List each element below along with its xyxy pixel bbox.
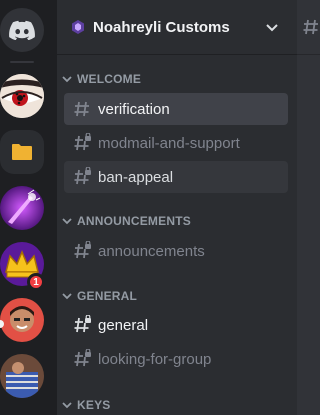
- server-group-art: [0, 354, 44, 398]
- server-icon-person[interactable]: [0, 298, 44, 342]
- chevron-down-icon: [62, 293, 72, 300]
- server-name: Noahreyli Customs: [93, 18, 230, 36]
- discord-logo-icon: [9, 20, 35, 40]
- category-welcome[interactable]: WELCOME: [61, 71, 141, 87]
- server-icon-group[interactable]: [0, 354, 44, 398]
- home-button[interactable]: [0, 8, 44, 52]
- hashtag-lock-icon: [74, 167, 91, 185]
- hashtag-icon: [303, 19, 318, 35]
- rail-separator: [10, 61, 34, 63]
- channel-ban-appeal[interactable]: ban-appeal: [64, 161, 288, 193]
- chevron-down-icon: [62, 76, 72, 83]
- server-person-art: [0, 298, 44, 342]
- chevron-down-icon: [62, 218, 72, 225]
- channel-sidebar: Noahreyli Customs WELCOME verification m…: [57, 0, 297, 415]
- category-general[interactable]: GENERAL: [61, 288, 137, 304]
- hashtag-lock-icon: [74, 133, 91, 151]
- channel-name: looking-for-group: [98, 350, 212, 368]
- channel-name: general: [98, 316, 149, 334]
- channel-name: announcements: [98, 242, 205, 260]
- folder-icon: [12, 144, 32, 160]
- category-keys[interactable]: KEYS: [61, 397, 110, 413]
- channel-looking-for-group[interactable]: looking-for-group: [64, 343, 288, 375]
- channel-verification[interactable]: verification: [64, 93, 288, 125]
- channel-header: [297, 0, 320, 55]
- category-label: KEYS: [77, 398, 111, 412]
- main-content-area: [297, 0, 320, 415]
- chevron-down-icon: [62, 402, 72, 409]
- chevron-down-icon[interactable]: [265, 20, 279, 34]
- server-boost-icon: [72, 20, 84, 34]
- server-icon-eye[interactable]: [0, 74, 44, 118]
- notification-badge: 1: [27, 273, 45, 291]
- channel-general[interactable]: general: [64, 309, 288, 341]
- server-rail: 1: [0, 0, 57, 415]
- channel-name: verification: [98, 100, 170, 118]
- category-announcements[interactable]: ANNOUNCEMENTS: [61, 213, 191, 229]
- channel-name: modmail-and-support: [98, 134, 240, 152]
- channel-name: ban-appeal: [98, 168, 174, 186]
- category-label: ANNOUNCEMENTS: [77, 214, 191, 228]
- server-icon-purple[interactable]: [0, 186, 44, 230]
- category-label: WELCOME: [77, 72, 142, 86]
- server-purple-art: [0, 186, 44, 230]
- channel-modmail-and-support[interactable]: modmail-and-support: [64, 127, 288, 159]
- channel-announcements[interactable]: announcements: [64, 235, 288, 267]
- hashtag-icon: [74, 101, 89, 117]
- hashtag-lock-icon: [74, 241, 91, 259]
- hashtag-lock-icon: [74, 315, 91, 333]
- server-header[interactable]: Noahreyli Customs: [57, 0, 297, 55]
- category-label: GENERAL: [77, 289, 138, 303]
- server-folder[interactable]: [0, 130, 44, 174]
- server-eye-art: [0, 74, 44, 118]
- hashtag-lock-icon: [74, 349, 91, 367]
